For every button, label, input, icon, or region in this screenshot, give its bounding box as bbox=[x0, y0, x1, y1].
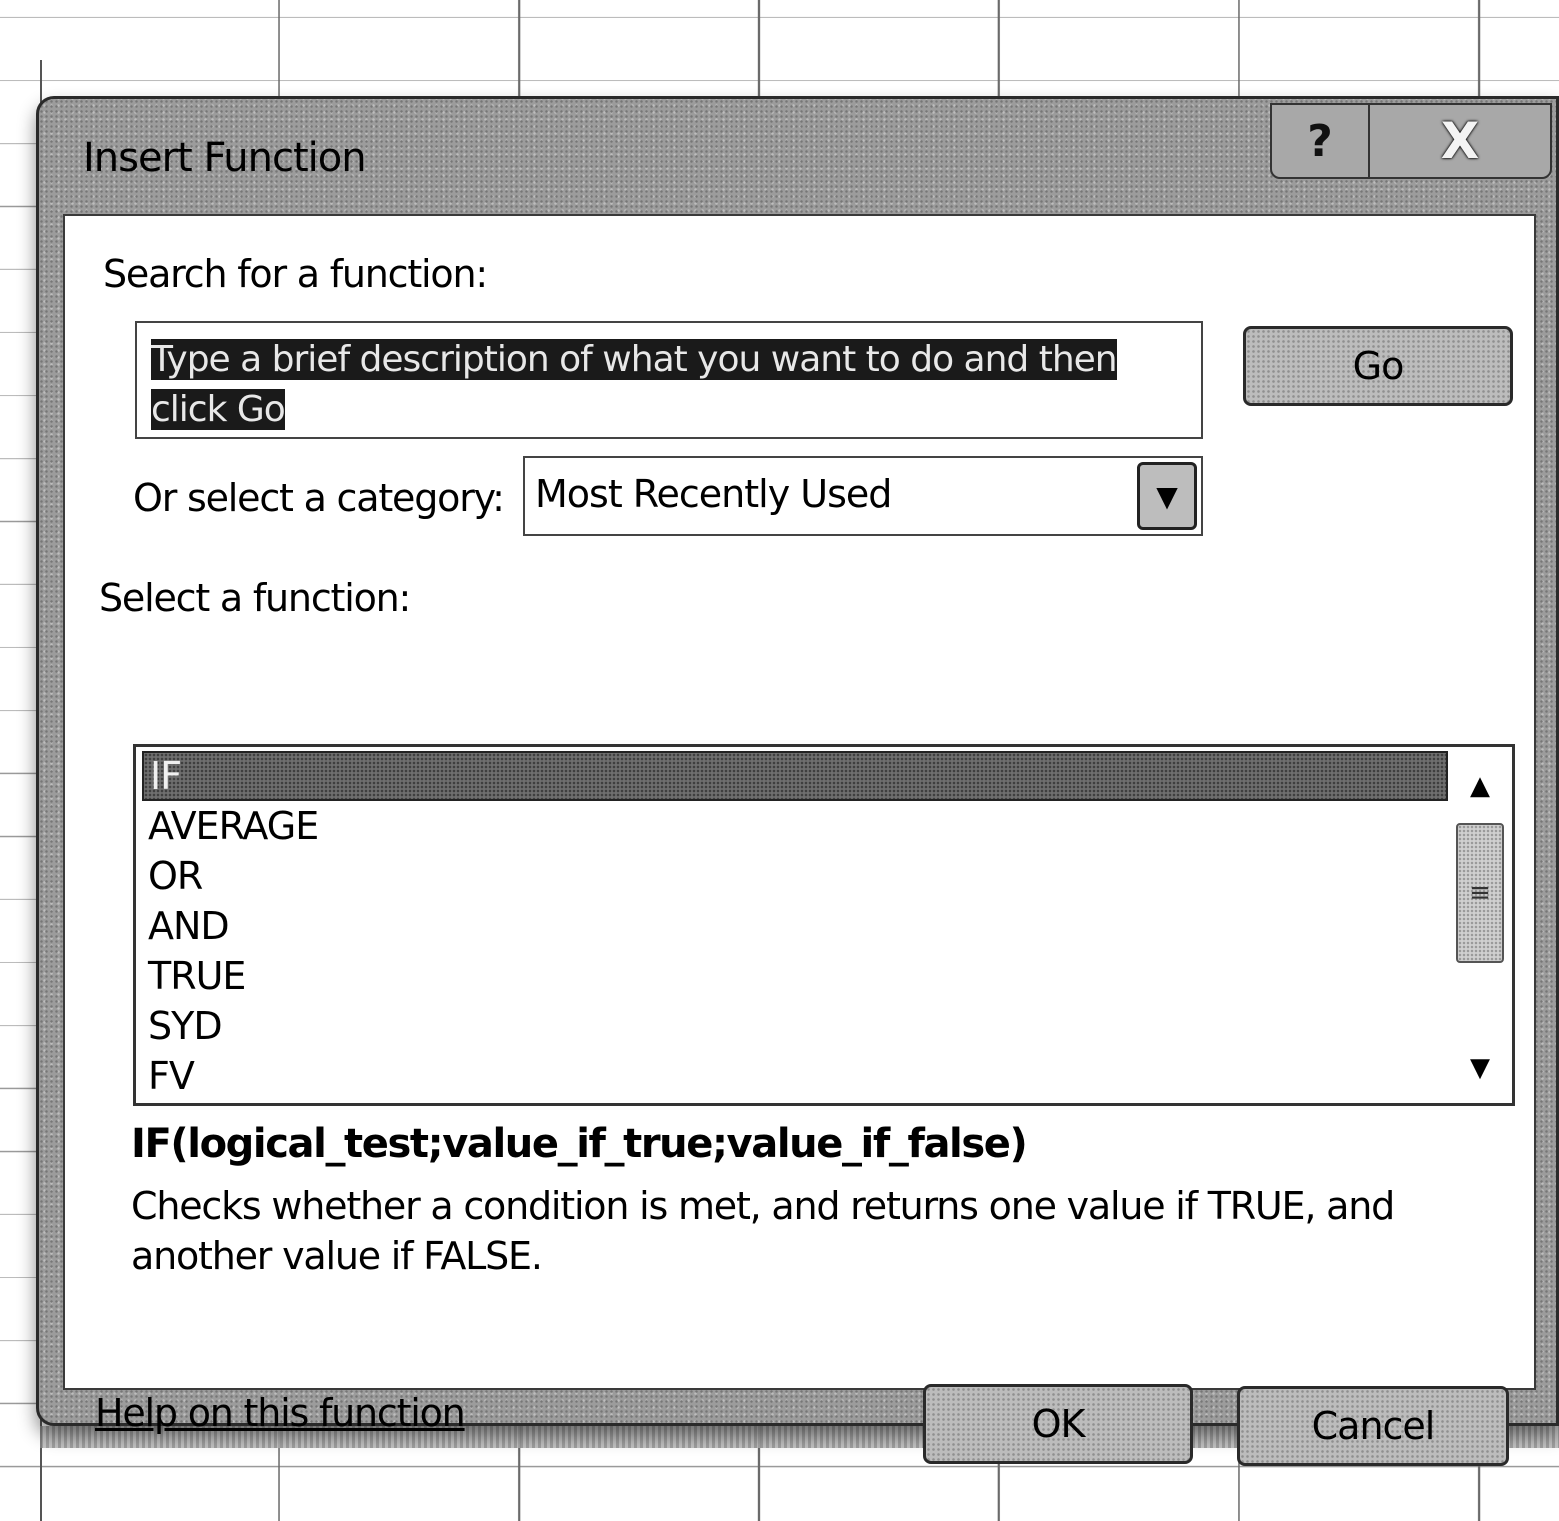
dialog-title: Insert Function bbox=[83, 135, 367, 181]
search-input-line2: click Go bbox=[151, 389, 286, 430]
help-button[interactable]: ? bbox=[1272, 105, 1370, 177]
function-item-syd[interactable]: SYD bbox=[142, 1001, 1448, 1051]
search-input-line1: Type a brief description of what you wan… bbox=[151, 339, 1118, 380]
function-item-true[interactable]: TRUE bbox=[142, 951, 1448, 1001]
cancel-button[interactable]: Cancel bbox=[1237, 1386, 1509, 1466]
function-list-items: IF AVERAGE OR AND TRUE SYD FV bbox=[142, 751, 1448, 1101]
function-item-fv[interactable]: FV bbox=[142, 1051, 1448, 1101]
search-label: Search for a function: bbox=[103, 252, 488, 296]
close-icon: X bbox=[1440, 112, 1480, 170]
function-description: Checks whether a condition is met, and r… bbox=[131, 1184, 1395, 1278]
help-icon: ? bbox=[1307, 115, 1333, 167]
go-button[interactable]: Go bbox=[1243, 326, 1513, 406]
category-select[interactable]: Most Recently Used ▼ bbox=[523, 456, 1203, 536]
function-item-or[interactable]: OR bbox=[142, 851, 1448, 901]
dialog-body: Search for a function: Type a brief desc… bbox=[63, 214, 1536, 1466]
search-input[interactable]: Type a brief description of what you wan… bbox=[135, 321, 1203, 439]
title-bar-buttons: ? X bbox=[1270, 103, 1552, 179]
go-button-label: Go bbox=[1352, 344, 1405, 388]
scroll-down-icon[interactable]: ▼ bbox=[1452, 1043, 1508, 1093]
ok-button[interactable]: OK bbox=[923, 1384, 1193, 1464]
insert-function-dialog: Insert Function ? X Search for a functio… bbox=[36, 96, 1559, 1466]
function-list-label: Select a function: bbox=[99, 576, 411, 620]
scrollbar-thumb[interactable]: ≡ bbox=[1456, 823, 1504, 963]
function-syntax: IF(logical_test;value_if_true;value_if_f… bbox=[131, 1121, 1028, 1167]
chevron-down-icon: ▼ bbox=[1156, 479, 1178, 513]
category-selected-value: Most Recently Used bbox=[535, 472, 892, 516]
function-item-average[interactable]: AVERAGE bbox=[142, 801, 1448, 851]
help-on-function-link[interactable]: Help on this function bbox=[95, 1391, 466, 1435]
category-label: Or select a category: bbox=[133, 476, 505, 520]
function-list[interactable]: IF AVERAGE OR AND TRUE SYD FV ▲ ≡ ▼ bbox=[133, 744, 1515, 1106]
ok-button-label: OK bbox=[1031, 1402, 1086, 1446]
scroll-up-icon[interactable]: ▲ bbox=[1452, 761, 1508, 811]
function-item-if[interactable]: IF bbox=[142, 751, 1448, 801]
function-item-and[interactable]: AND bbox=[142, 901, 1448, 951]
function-list-scrollbar[interactable]: ▲ ≡ ▼ bbox=[1452, 751, 1508, 1099]
category-dropdown-button[interactable]: ▼ bbox=[1137, 462, 1197, 530]
cancel-button-label: Cancel bbox=[1311, 1404, 1436, 1448]
close-button[interactable]: X bbox=[1370, 105, 1550, 177]
